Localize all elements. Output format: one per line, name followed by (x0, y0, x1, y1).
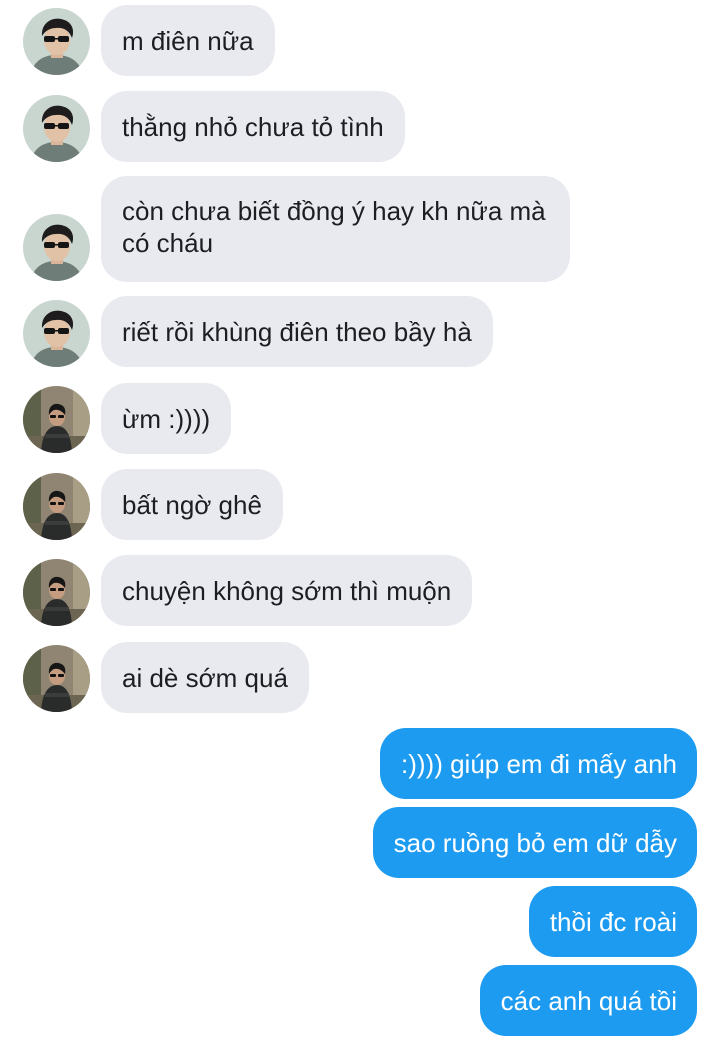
incoming-message[interactable]: ai dè sớm quá (101, 642, 309, 713)
avatar-standing-figure-icon[interactable] (23, 386, 90, 453)
chat-screen: { "conversation": { "messages": [ {"send… (0, 0, 720, 1054)
avatar-sunglasses-portrait-icon[interactable] (23, 8, 90, 75)
outgoing-message[interactable]: các anh quá tồi (479, 965, 697, 1036)
incoming-message[interactable]: thằng nhỏ chưa tỏ tình (101, 91, 405, 162)
avatar-standing-figure-icon[interactable] (23, 645, 90, 712)
avatar-sunglasses-portrait-icon[interactable] (23, 300, 90, 367)
avatar-sunglasses-portrait-icon[interactable] (23, 95, 90, 162)
incoming-message[interactable]: bất ngờ ghê (101, 469, 283, 540)
incoming-message[interactable]: còn chưa biết đồng ý hay kh nữa mà có ch… (101, 176, 570, 282)
outgoing-message[interactable]: thồi đc roài (528, 886, 697, 957)
avatar-sunglasses-portrait-icon[interactable] (23, 214, 90, 281)
outgoing-message[interactable]: :)))) giúp em đi mấy anh (380, 728, 697, 799)
outgoing-message[interactable]: sao ruồng bỏ em dữ dẫy (372, 807, 697, 878)
avatar-standing-figure-icon[interactable] (23, 559, 90, 626)
incoming-message[interactable]: ừm :)))) (101, 383, 232, 454)
incoming-message[interactable]: riết rồi khùng điên theo bầy hà (101, 296, 493, 367)
avatar-standing-figure-icon[interactable] (23, 473, 90, 540)
incoming-message[interactable]: chuyện không sớm thì muộn (101, 555, 473, 626)
incoming-message[interactable]: m điên nữa (101, 5, 275, 76)
